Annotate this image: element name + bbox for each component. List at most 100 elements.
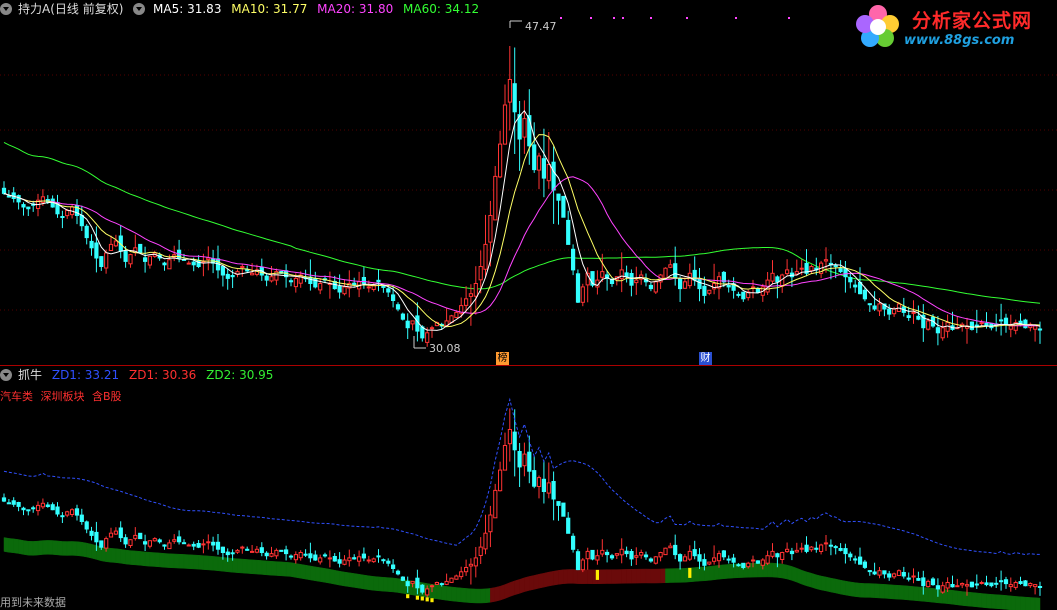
concept-tags: 汽车类 深圳板块 含B股 <box>0 388 126 404</box>
band-segment <box>178 553 185 569</box>
candle-body <box>707 289 712 294</box>
sub-candle-body <box>235 549 240 553</box>
candle-body <box>926 320 931 330</box>
sub-candle-body <box>1037 586 1043 588</box>
band-segment <box>645 568 652 584</box>
sub-candle-body <box>439 583 444 586</box>
bottom-signal-bar <box>430 598 434 603</box>
band-segment <box>869 583 875 598</box>
sub-candle-body <box>11 500 16 505</box>
sub-candle-body <box>916 578 921 581</box>
band-segment <box>524 576 530 593</box>
candle-body <box>512 83 517 113</box>
band-segment <box>110 548 117 563</box>
sub-candle-body <box>984 582 989 586</box>
candle-body <box>16 195 21 203</box>
concept-tag[interactable]: 含B股 <box>92 390 122 403</box>
band-segment <box>436 584 442 600</box>
band-segment <box>986 593 992 609</box>
sub-candle-body <box>775 553 780 558</box>
band-segment <box>543 571 550 588</box>
sub-candle-body <box>712 557 717 562</box>
sub-candle-body <box>809 546 814 551</box>
candle-body <box>741 291 746 300</box>
kline-chart[interactable]: 47.47 30.08 <box>0 0 1057 610</box>
candle-body <box>60 216 65 218</box>
band-segment <box>1005 595 1012 610</box>
concept-tag[interactable]: 汽车类 <box>0 390 33 403</box>
band-segment <box>567 569 574 584</box>
price-markers: 47.47 30.08 <box>413 20 557 355</box>
sub-candle-body <box>814 547 819 550</box>
candle-body <box>483 243 488 270</box>
band-segment <box>261 560 267 576</box>
logo-title: 分析家公式网 <box>912 10 1033 32</box>
sub-candle-body <box>585 550 590 560</box>
band-segment <box>266 560 272 576</box>
sub-candle-body <box>420 584 425 593</box>
band-segment <box>981 593 987 609</box>
band-segment <box>242 558 248 574</box>
sub-candle-body <box>147 540 153 547</box>
logo-url: www.88gs.com <box>904 33 1015 48</box>
sub-candle-body <box>26 509 31 512</box>
band-segment <box>611 569 618 584</box>
sub-candle-body <box>36 504 41 512</box>
candle-body <box>877 303 882 312</box>
band-segment <box>504 582 511 599</box>
sub-candle-body <box>191 543 196 547</box>
candle-body <box>580 286 585 303</box>
candle-body <box>108 243 114 251</box>
band-segment <box>295 563 301 579</box>
band-segment <box>237 558 243 574</box>
candle-body <box>624 272 629 278</box>
band-segment <box>854 582 861 598</box>
band-segment <box>1015 596 1021 610</box>
sub-candle-body <box>206 541 211 544</box>
collapse-icon[interactable] <box>0 3 12 15</box>
sub-candle-body <box>687 550 692 560</box>
band-segment <box>285 561 292 577</box>
finance-badge[interactable]: 财 <box>699 352 712 365</box>
band-segment <box>616 569 622 584</box>
candle-body <box>892 308 897 315</box>
sub-candle-body <box>322 554 328 557</box>
ma-settings-icon[interactable] <box>133 3 146 15</box>
band-segment <box>251 559 258 575</box>
sub-collapse-icon[interactable] <box>0 369 12 381</box>
sub-candle-body <box>376 555 381 558</box>
band-segment <box>995 594 1002 610</box>
sub-candle-body <box>327 557 332 560</box>
band-segment <box>952 590 958 606</box>
band-segment <box>310 565 316 582</box>
band-segment <box>28 541 34 556</box>
candle-body <box>498 143 503 178</box>
band-segment <box>383 577 389 592</box>
band-segment <box>276 561 282 577</box>
band-segment <box>183 554 190 569</box>
sub-candle-body <box>566 517 571 534</box>
sub-candle-body <box>84 521 89 530</box>
sub-candle-body <box>459 571 464 578</box>
sub-candle-body <box>40 502 45 508</box>
sub-candle-body <box>245 548 250 551</box>
concept-tag[interactable]: 深圳板块 <box>41 390 85 403</box>
band-segment <box>538 572 545 589</box>
sub-candle-body <box>157 539 162 543</box>
sub-candle-body <box>828 544 833 547</box>
candle-body <box>673 263 678 279</box>
candle-body <box>1037 328 1043 331</box>
candle-body <box>123 251 128 262</box>
sub-candle-body <box>678 554 683 562</box>
rank-badge[interactable]: 榜 <box>496 352 509 365</box>
band-segment <box>349 572 355 588</box>
band-segment <box>96 545 102 562</box>
band-segment <box>621 569 627 584</box>
band-segment <box>606 569 613 584</box>
sub-candle-body <box>123 537 128 545</box>
candle-body <box>26 206 31 210</box>
low-price-label: 30.08 <box>429 342 461 355</box>
sub-candle-body <box>833 546 838 549</box>
band-segment <box>947 589 953 605</box>
sub-candle-body <box>926 580 931 588</box>
